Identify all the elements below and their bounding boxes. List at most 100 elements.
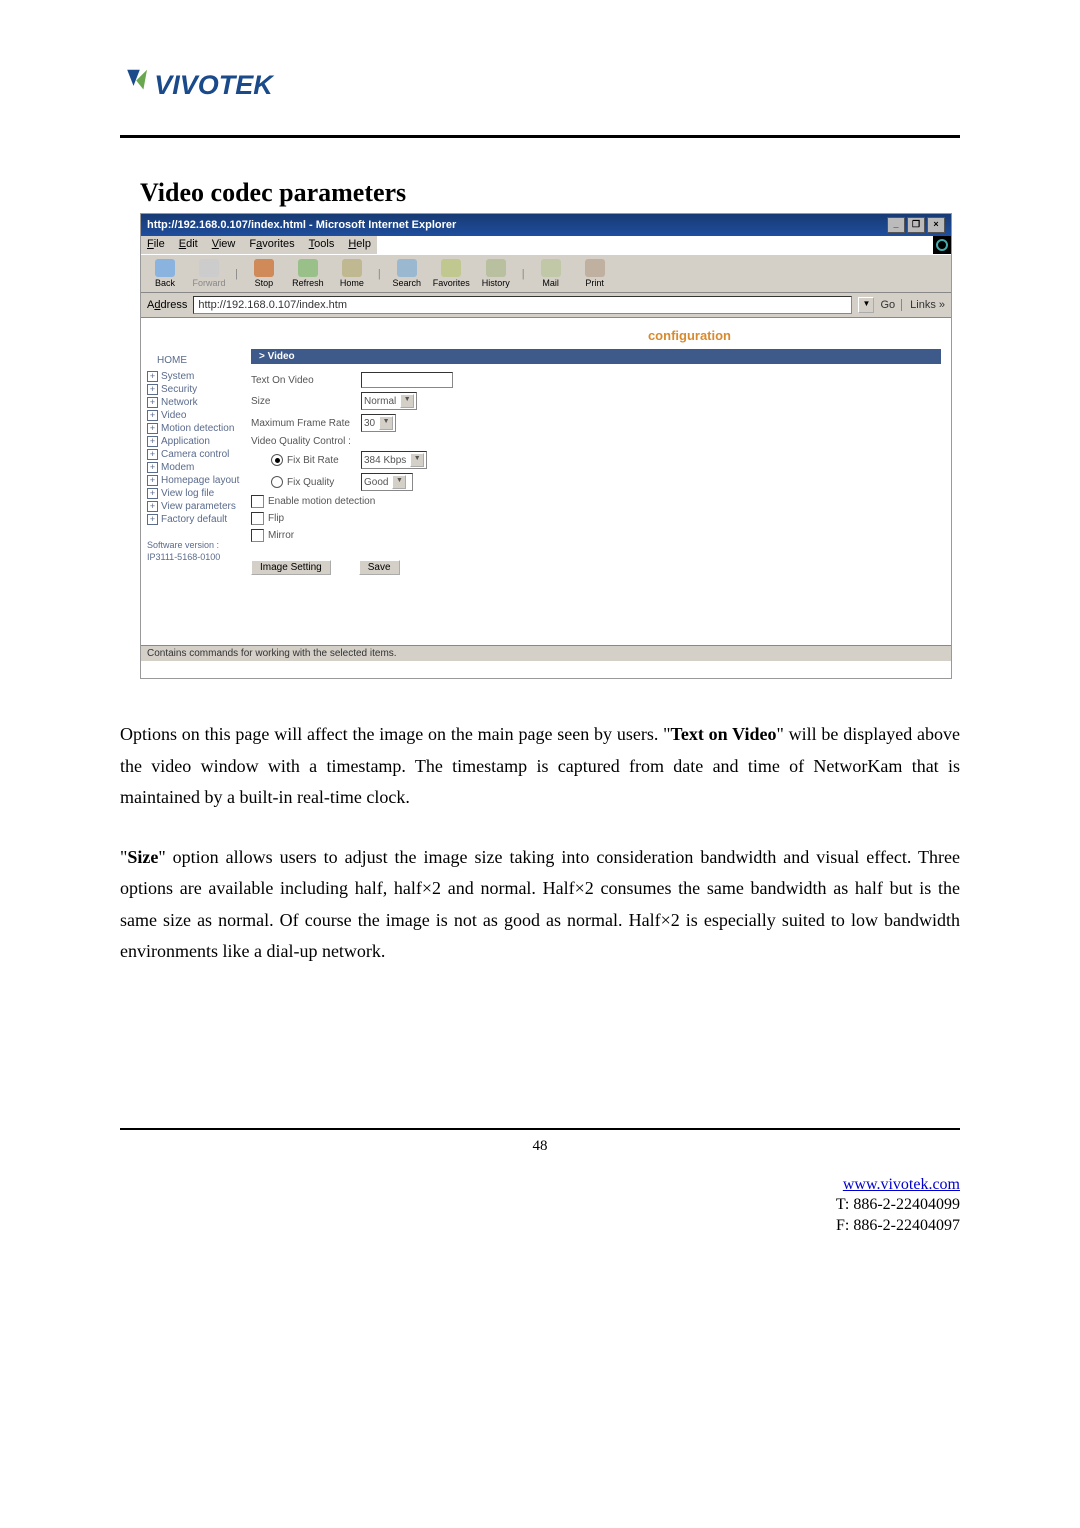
address-bar: Address http://192.168.0.107/index.htm ▼… [141, 293, 951, 318]
footer-tel: T: 886-2-22404099 [836, 1196, 960, 1213]
sidebar-item-camera-control[interactable]: +Camera control [147, 448, 247, 461]
ie-logo-icon [933, 236, 951, 254]
sidebar-item-application[interactable]: +Application [147, 435, 247, 448]
expand-icon[interactable]: + [147, 462, 158, 473]
expand-icon[interactable]: + [147, 371, 158, 382]
sidebar: HOME +System +Security +Network +Video +… [141, 349, 251, 573]
history-button[interactable]: History [478, 259, 514, 288]
menu-help[interactable]: Help [348, 238, 371, 252]
favorites-button[interactable]: Favorites [433, 259, 470, 288]
back-button[interactable]: Back [147, 259, 183, 288]
logo-icon: VIVOTEK [120, 60, 300, 110]
search-button[interactable]: Search [389, 259, 425, 288]
configuration-banner: configuration [141, 318, 951, 349]
expand-icon[interactable]: + [147, 423, 158, 434]
menu-view[interactable]: View [212, 238, 236, 252]
expand-icon[interactable]: + [147, 501, 158, 512]
svg-text:VIVOTEK: VIVOTEK [154, 70, 275, 100]
flip-row[interactable]: Flip [251, 512, 941, 525]
expand-icon[interactable]: + [147, 514, 158, 525]
vivotek-logo: VIVOTEK [120, 60, 960, 115]
mirror-row[interactable]: Mirror [251, 529, 941, 542]
address-dropdown-icon[interactable]: ▼ [858, 297, 874, 313]
chevron-down-icon: ▼ [379, 416, 393, 430]
links-button[interactable]: Links » [901, 299, 945, 311]
go-button[interactable]: Go [880, 299, 895, 311]
stop-button[interactable]: Stop [246, 259, 282, 288]
chevron-down-icon: ▼ [400, 394, 414, 408]
max-frame-select[interactable]: 30▼ [361, 414, 396, 432]
fix-bit-select[interactable]: 384 Kbps▼ [361, 451, 427, 469]
forward-button[interactable]: Forward [191, 259, 227, 288]
menu-favorites[interactable]: Favorites [249, 238, 294, 252]
expand-icon[interactable]: + [147, 384, 158, 395]
print-button[interactable]: Print [577, 259, 613, 288]
enable-motion-row[interactable]: Enable motion detection [251, 495, 941, 508]
footer: www.vivotek.com T: 886-2-22404099 F: 886… [120, 1175, 960, 1237]
home-button[interactable]: Home [334, 259, 370, 288]
text-on-video-input[interactable] [361, 372, 453, 388]
address-input[interactable]: http://192.168.0.107/index.htm [193, 296, 852, 314]
sidebar-item-security[interactable]: +Security [147, 383, 247, 396]
maximize-button[interactable]: ❐ [907, 217, 925, 233]
panel-header: > Video [251, 349, 941, 364]
radio-icon[interactable] [271, 454, 283, 466]
sidebar-home[interactable]: HOME [147, 349, 247, 370]
expand-icon[interactable]: + [147, 410, 158, 421]
fix-quality-select[interactable]: Good▼ [361, 473, 413, 491]
max-frame-label: Maximum Frame Rate [251, 418, 361, 429]
size-label: Size [251, 396, 361, 407]
top-divider [120, 135, 960, 138]
menu-file[interactable]: File [147, 238, 165, 252]
bottom-divider [120, 1128, 960, 1130]
size-select[interactable]: Normal▼ [361, 392, 417, 410]
sidebar-item-network[interactable]: +Network [147, 396, 247, 409]
text-on-video-label: Text On Video [251, 375, 361, 386]
title-bar: http://192.168.0.107/index.html - Micros… [141, 214, 951, 236]
expand-icon[interactable]: + [147, 436, 158, 447]
sidebar-item-viewparams[interactable]: +View parameters [147, 500, 247, 513]
ie-window: http://192.168.0.107/index.html - Micros… [140, 213, 952, 679]
address-label: Address [147, 299, 187, 311]
chevron-down-icon: ▼ [392, 475, 406, 489]
fix-quality-option[interactable]: Fix Quality [251, 476, 361, 488]
checkbox-icon[interactable] [251, 512, 264, 525]
checkbox-icon[interactable] [251, 495, 264, 508]
sidebar-item-viewlog[interactable]: +View log file [147, 487, 247, 500]
fix-bit-rate-option[interactable]: Fix Bit Rate [251, 454, 361, 466]
minimize-button[interactable]: _ [887, 217, 905, 233]
sidebar-item-homepage[interactable]: +Homepage layout [147, 474, 247, 487]
page-number: 48 [120, 1138, 960, 1155]
expand-icon[interactable]: + [147, 488, 158, 499]
checkbox-icon[interactable] [251, 529, 264, 542]
expand-icon[interactable]: + [147, 475, 158, 486]
image-setting-button[interactable]: Image Setting [251, 560, 331, 575]
footer-fax: F: 886-2-22404097 [836, 1217, 960, 1234]
chevron-down-icon: ▼ [410, 453, 424, 467]
paragraph-2: "Size" option allows users to adjust the… [120, 842, 960, 968]
vqc-label: Video Quality Control : [251, 436, 361, 447]
section-title: Video codec parameters [140, 178, 960, 208]
menu-tools[interactable]: Tools [309, 238, 335, 252]
mail-button[interactable]: Mail [533, 259, 569, 288]
toolbar: Back Forward | Stop Refresh Home | Searc… [141, 254, 951, 293]
software-version: Software version : IP3111-5168-0100 [147, 540, 247, 563]
save-button[interactable]: Save [359, 560, 400, 575]
expand-icon[interactable]: + [147, 397, 158, 408]
menu-bar: File Edit View Favorites Tools Help [141, 236, 377, 254]
sidebar-item-factory[interactable]: +Factory default [147, 513, 247, 526]
refresh-button[interactable]: Refresh [290, 259, 326, 288]
window-title: http://192.168.0.107/index.html - Micros… [147, 219, 456, 231]
expand-icon[interactable]: + [147, 449, 158, 460]
close-button[interactable]: × [927, 217, 945, 233]
status-bar: Contains commands for working with the s… [141, 645, 951, 661]
footer-url[interactable]: www.vivotek.com [843, 1176, 960, 1193]
sidebar-item-motion[interactable]: +Motion detection [147, 422, 247, 435]
video-panel: > Video Text On Video Size Normal▼ Maxim… [251, 349, 951, 585]
sidebar-item-modem[interactable]: +Modem [147, 461, 247, 474]
paragraph-1: Options on this page will affect the ima… [120, 719, 960, 814]
menu-edit[interactable]: Edit [179, 238, 198, 252]
sidebar-item-system[interactable]: +System [147, 370, 247, 383]
sidebar-item-video[interactable]: +Video [147, 409, 247, 422]
radio-icon[interactable] [271, 476, 283, 488]
